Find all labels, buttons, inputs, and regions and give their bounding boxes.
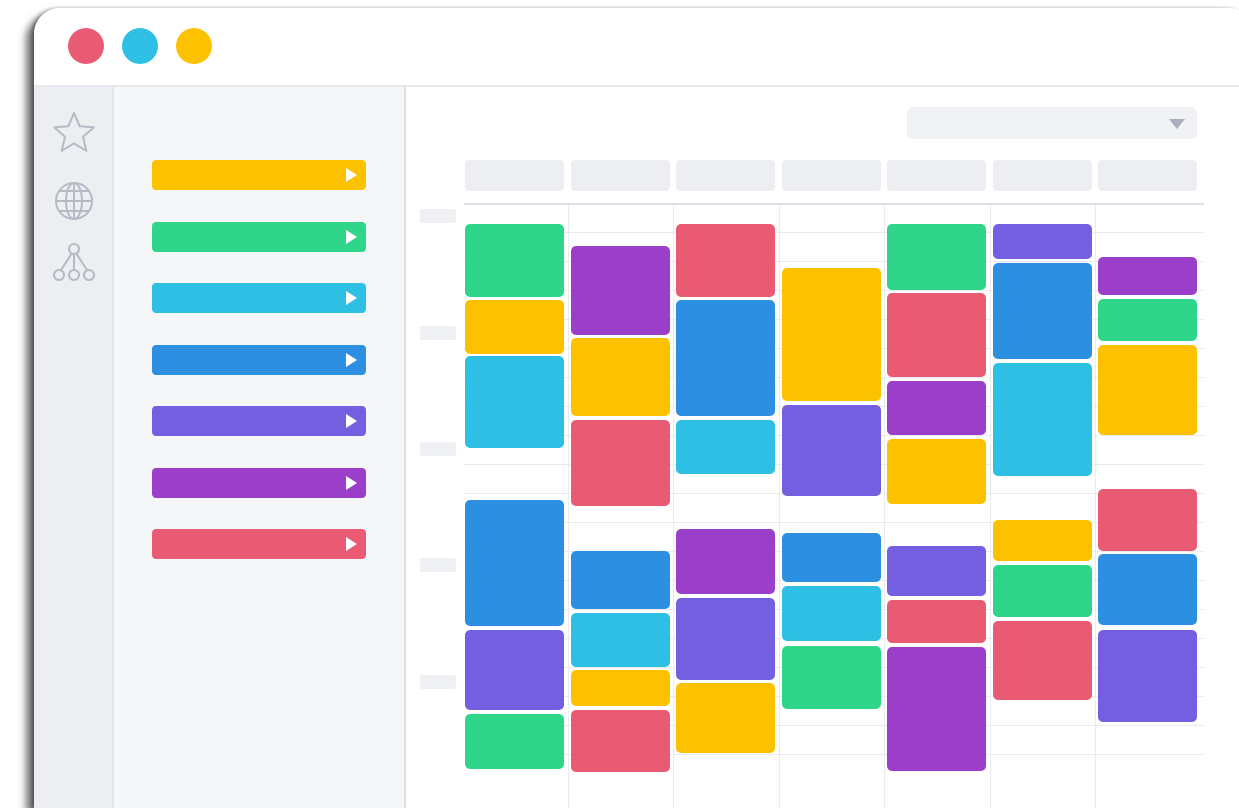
close-button[interactable] — [68, 28, 104, 64]
category-button[interactable] — [152, 222, 366, 252]
calendar-event[interactable] — [1098, 299, 1197, 341]
calendar-event[interactable] — [676, 683, 775, 753]
column-divider — [779, 203, 780, 808]
calendar-event[interactable] — [993, 224, 1092, 259]
time-label — [420, 675, 456, 689]
calendar-event[interactable] — [571, 670, 670, 706]
calendar-event[interactable] — [676, 300, 775, 416]
day-header — [993, 160, 1092, 191]
column-divider — [568, 203, 569, 808]
title-bar — [34, 8, 1239, 87]
time-label — [420, 442, 456, 456]
calendar-event[interactable] — [887, 224, 986, 290]
maximize-button[interactable] — [176, 28, 212, 64]
column-divider — [990, 203, 991, 808]
category-button[interactable] — [152, 283, 366, 313]
calendar-event[interactable] — [993, 363, 1092, 476]
calendar-event[interactable] — [676, 420, 775, 474]
calendar-event[interactable] — [782, 533, 881, 582]
calendar-event[interactable] — [993, 520, 1092, 561]
play-icon — [346, 291, 357, 305]
calendar-event[interactable] — [676, 224, 775, 297]
column-divider — [1095, 203, 1096, 808]
calendar-event[interactable] — [571, 338, 670, 416]
play-icon — [346, 414, 357, 428]
network-icon[interactable] — [50, 239, 98, 287]
calendar-area — [406, 87, 1239, 808]
calendar-event[interactable] — [887, 647, 986, 771]
time-label — [420, 558, 456, 572]
calendar-event[interactable] — [1098, 489, 1197, 551]
calendar-event[interactable] — [1098, 554, 1197, 625]
calendar-event[interactable] — [465, 356, 564, 448]
star-icon[interactable] — [50, 109, 98, 157]
calendar-event[interactable] — [465, 300, 564, 354]
day-header — [782, 160, 881, 191]
calendar-event[interactable] — [887, 546, 986, 596]
calendar-event[interactable] — [465, 630, 564, 710]
app-window — [34, 8, 1239, 808]
day-header — [676, 160, 775, 191]
day-header — [465, 160, 564, 191]
time-label — [420, 326, 456, 340]
column-divider — [673, 203, 674, 808]
calendar-event[interactable] — [571, 613, 670, 667]
week-grid — [406, 87, 1239, 808]
calendar-event[interactable] — [993, 621, 1092, 700]
calendar-event[interactable] — [782, 405, 881, 496]
calendar-event[interactable] — [993, 263, 1092, 359]
play-icon — [346, 168, 357, 182]
category-button[interactable] — [152, 406, 366, 436]
calendar-event[interactable] — [1098, 630, 1197, 722]
globe-icon[interactable] — [50, 177, 98, 225]
calendar-event[interactable] — [993, 565, 1092, 617]
day-header — [1098, 160, 1197, 191]
calendar-event[interactable] — [887, 439, 986, 504]
category-button[interactable] — [152, 345, 366, 375]
calendar-event[interactable] — [571, 420, 670, 506]
calendar-event[interactable] — [571, 710, 670, 772]
play-icon — [346, 537, 357, 551]
day-header — [887, 160, 986, 191]
play-icon — [346, 353, 357, 367]
calendar-event[interactable] — [1098, 257, 1197, 295]
hour-line — [464, 522, 1204, 523]
calendar-event[interactable] — [676, 598, 775, 680]
calendar-event[interactable] — [782, 268, 881, 401]
hour-line — [464, 203, 1204, 205]
calendar-event[interactable] — [676, 529, 775, 594]
category-button[interactable] — [152, 160, 366, 190]
calendar-event[interactable] — [887, 293, 986, 377]
calendar-event[interactable] — [782, 646, 881, 709]
category-button[interactable] — [152, 529, 366, 559]
calendar-event[interactable] — [571, 246, 670, 335]
calendar-event[interactable] — [571, 551, 670, 609]
category-panel — [114, 87, 406, 808]
category-button[interactable] — [152, 468, 366, 498]
minimize-button[interactable] — [122, 28, 158, 64]
play-icon — [346, 230, 357, 244]
calendar-event[interactable] — [1098, 345, 1197, 435]
calendar-event[interactable] — [465, 714, 564, 769]
calendar-event[interactable] — [887, 600, 986, 643]
play-icon — [346, 476, 357, 490]
calendar-event[interactable] — [887, 381, 986, 435]
calendar-event[interactable] — [465, 224, 564, 297]
calendar-event[interactable] — [782, 586, 881, 641]
day-header — [571, 160, 670, 191]
calendar-event[interactable] — [465, 500, 564, 626]
icon-rail — [34, 87, 114, 808]
hour-line — [464, 232, 1204, 233]
column-divider — [884, 203, 885, 808]
time-label — [420, 209, 456, 223]
